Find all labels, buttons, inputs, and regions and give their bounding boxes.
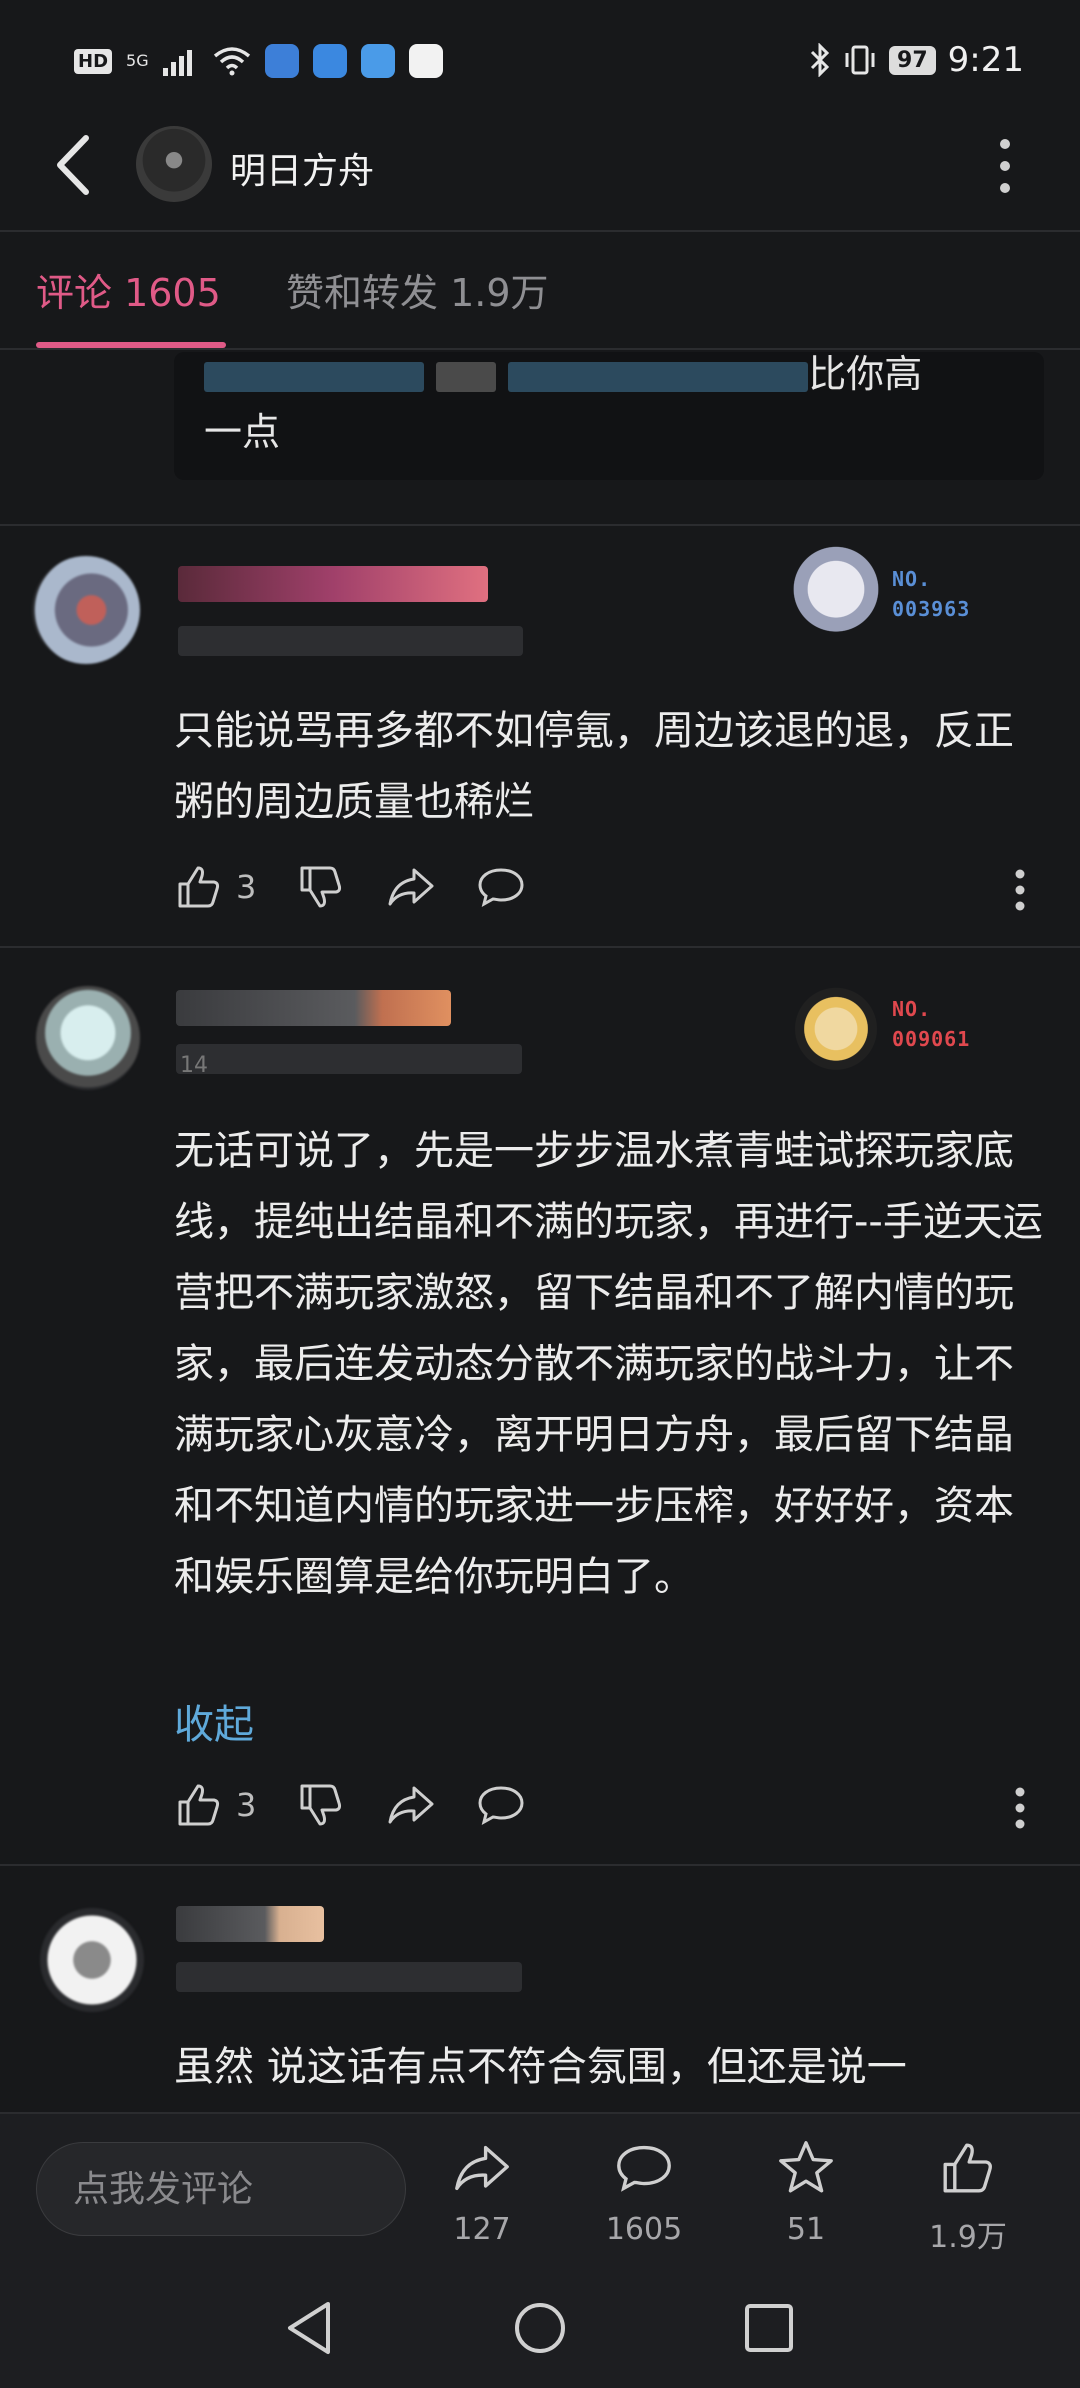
comment-text: 只能说骂再多都不如停氪，周边该退的退，反正粥的周边质量也稀烂 bbox=[174, 708, 1014, 825]
header-divider bbox=[0, 230, 1080, 232]
badge-character-image bbox=[790, 976, 882, 1072]
comment-meta: 14 bbox=[176, 1044, 522, 1078]
badge-number: NO. 003963 bbox=[892, 567, 971, 621]
nav-recents-icon[interactable] bbox=[744, 2303, 794, 2353]
collapse-link[interactable]: 收起 bbox=[174, 1692, 254, 1750]
tab-comments[interactable]: 评论 1605 bbox=[36, 262, 221, 317]
network-type: 5G bbox=[126, 51, 149, 70]
nav-home-icon[interactable] bbox=[512, 2300, 568, 2356]
blurred-mention bbox=[508, 361, 809, 392]
favorite-stat[interactable]: 51 bbox=[746, 2138, 866, 2247]
commenter-name[interactable] bbox=[176, 1906, 324, 1942]
comment-count: 1605 bbox=[605, 2212, 683, 2247]
thumbs-up-icon bbox=[943, 2143, 992, 2193]
fan-badge: NO. 003963 bbox=[790, 546, 970, 642]
blurred-text bbox=[436, 361, 497, 392]
share-arrow-icon bbox=[388, 868, 434, 906]
bottom-bar-divider bbox=[0, 2112, 1080, 2114]
comment-item: 虽然 说这话有点不符合氛围，但还是说一 bbox=[0, 1866, 1080, 2114]
status-bar: HD 5G 97 9:21 bbox=[0, 0, 1080, 130]
page-title: 明日方舟 bbox=[230, 151, 375, 192]
comment-stat[interactable]: 1605 bbox=[584, 2138, 704, 2247]
share-arrow-icon bbox=[455, 2145, 509, 2191]
cloud-notification-icon bbox=[360, 44, 395, 78]
comment-item: NO. 003963 只能说骂再多都不如停氪，周边该退的退，反正粥的周边质量也稀… bbox=[0, 526, 1080, 946]
speech-bubble-icon bbox=[478, 868, 524, 907]
commenter-avatar[interactable] bbox=[36, 986, 140, 1090]
comment-meta bbox=[178, 626, 523, 656]
app-notification-icon-3 bbox=[408, 44, 443, 78]
app-notification-icon-2 bbox=[312, 44, 347, 78]
thumbs-down-icon bbox=[300, 866, 342, 908]
status-right: 97 9:21 bbox=[809, 40, 1024, 80]
like-button[interactable]: 3 bbox=[174, 862, 256, 912]
commenter-avatar[interactable] bbox=[40, 1908, 144, 2012]
status-left: HD 5G bbox=[74, 44, 443, 78]
star-icon bbox=[779, 2141, 833, 2193]
thumbs-up-icon bbox=[178, 866, 220, 908]
comment-text: 虽然 说这话有点不符合氛围，但还是说一 bbox=[174, 2044, 907, 2090]
comment-meta bbox=[176, 1962, 522, 1992]
speech-bubble-icon bbox=[478, 1786, 524, 1825]
like-button[interactable]: 3 bbox=[174, 1780, 256, 1830]
favorite-count: 51 bbox=[786, 2212, 826, 2247]
comment-actions: 3 bbox=[174, 1780, 566, 1830]
share-stat[interactable]: 127 bbox=[422, 2138, 542, 2247]
back-arrow-icon[interactable] bbox=[50, 132, 96, 198]
share-arrow-icon bbox=[388, 1786, 434, 1824]
nav-back-icon[interactable] bbox=[284, 2300, 334, 2356]
reply-text-line2: 一点 bbox=[204, 410, 281, 454]
thumbs-down-icon bbox=[300, 1784, 342, 1826]
dislike-button[interactable] bbox=[296, 862, 346, 912]
commenter-avatar[interactable] bbox=[32, 556, 140, 664]
battery-indicator: 97 bbox=[889, 45, 936, 75]
clock: 9:21 bbox=[947, 40, 1024, 80]
comment-text: 无话可说了，先是一步步温水煮青蛙试探玩家底线，提纯出结晶和不满的玩家，再进行--… bbox=[174, 1128, 1043, 1600]
blurred-username bbox=[204, 361, 424, 392]
like-count: 3 bbox=[236, 868, 257, 906]
more-options-icon[interactable] bbox=[994, 136, 1016, 196]
like-count: 1.9万 bbox=[929, 2220, 1007, 2255]
badge-number: NO. 009061 bbox=[892, 997, 971, 1051]
reply-quote-text: 比你高 一点 bbox=[204, 345, 1004, 461]
tab-likes-shares[interactable]: 赞和转发 1.9万 bbox=[286, 262, 549, 317]
dislike-button[interactable] bbox=[296, 1780, 346, 1830]
reply-button[interactable] bbox=[476, 862, 526, 912]
comment-more-icon[interactable] bbox=[1014, 868, 1026, 912]
vibrate-icon bbox=[845, 45, 875, 75]
comment-item: 14 NO. 009061 无话可说了，先是一步步温水煮青蛙试探玩家底线，提纯出… bbox=[0, 948, 1080, 1864]
commenter-name[interactable] bbox=[176, 990, 451, 1026]
commenter-name[interactable] bbox=[178, 566, 488, 602]
badge-character-image bbox=[790, 546, 882, 642]
share-button[interactable] bbox=[386, 1780, 436, 1830]
fan-badge: NO. 009061 bbox=[790, 976, 970, 1072]
reply-button[interactable] bbox=[476, 1780, 526, 1830]
bluetooth-icon bbox=[810, 43, 830, 77]
like-stat[interactable]: 1.9万 bbox=[908, 2138, 1028, 2256]
reply-text-line1: 比你高 bbox=[808, 352, 923, 396]
comment-more-icon[interactable] bbox=[1014, 1786, 1026, 1830]
speech-bubble-icon bbox=[617, 2145, 671, 2192]
app-notification-icon-1 bbox=[264, 44, 299, 78]
wifi-icon bbox=[213, 47, 250, 76]
share-button[interactable] bbox=[386, 862, 436, 912]
comment-input[interactable]: 点我发评论 bbox=[36, 2142, 406, 2236]
comment-actions: 3 bbox=[174, 862, 566, 912]
signal-icon bbox=[162, 50, 192, 76]
account-avatar[interactable] bbox=[136, 126, 212, 202]
thumbs-up-icon bbox=[178, 1784, 220, 1826]
hd-indicator: HD bbox=[74, 48, 113, 74]
like-count: 3 bbox=[236, 1786, 257, 1824]
share-count: 127 bbox=[453, 2212, 511, 2247]
